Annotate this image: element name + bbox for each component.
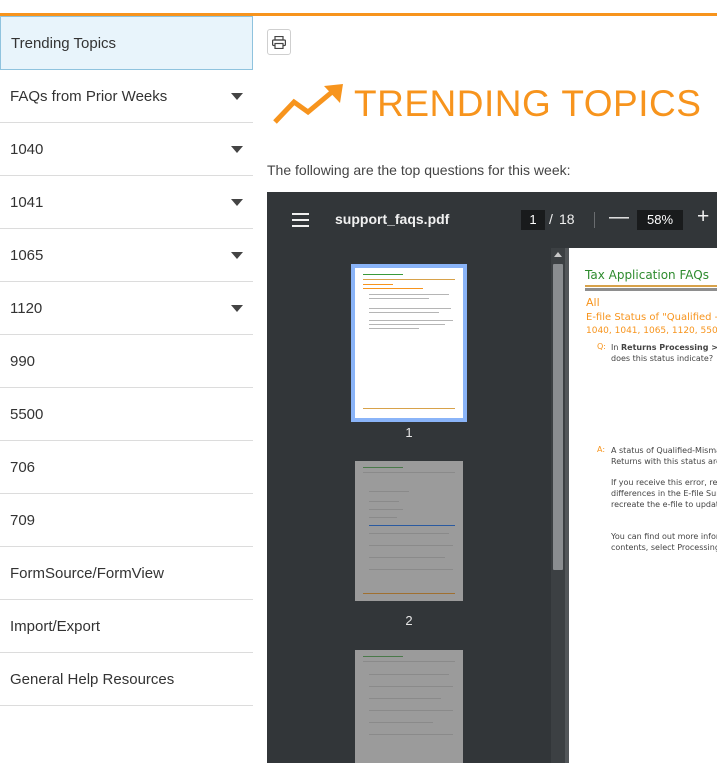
caret-down-icon[interactable] xyxy=(231,93,243,100)
pdf-page: Tax Application FAQs All E-file Status o… xyxy=(569,248,717,763)
caret-down-icon[interactable] xyxy=(231,199,243,206)
zoom-out-button[interactable]: — xyxy=(609,206,629,229)
sidebar-item[interactable]: 1041 xyxy=(0,176,253,229)
menu-icon[interactable] xyxy=(292,213,309,227)
sidebar-item-label: 5500 xyxy=(10,405,44,423)
page-total: 18 xyxy=(559,211,575,227)
sidebar-item-label: 1065 xyxy=(10,246,44,264)
thumbnail-number: 2 xyxy=(405,613,413,628)
sidebar-item-label: 1041 xyxy=(10,193,44,211)
sidebar-item-label: 1120 xyxy=(10,299,43,317)
sidebar-item[interactable]: 1040 xyxy=(0,123,253,176)
intro-text: The following are the top questions for … xyxy=(267,162,571,178)
page-thumbnail-3[interactable] xyxy=(355,650,463,763)
caret-down-icon[interactable] xyxy=(231,252,243,259)
answer-marker: A: xyxy=(597,445,606,454)
page-title: TRENDING TOPICS xyxy=(354,83,702,124)
doc-section: All xyxy=(586,296,600,309)
page-thumbnail-1[interactable] xyxy=(351,264,467,422)
printer-icon xyxy=(272,35,286,49)
sidebar-item[interactable]: Trending Topics xyxy=(0,16,253,70)
sidebar-item[interactable]: FAQs from Prior Weeks xyxy=(0,70,253,123)
doc-title: Tax Application FAQs xyxy=(585,268,709,282)
sidebar-item-label: FAQs from Prior Weeks xyxy=(10,87,168,105)
sidebar-item[interactable]: FormSource/FormView xyxy=(0,547,253,600)
trending-up-icon xyxy=(273,84,343,124)
page-number-input[interactable]: 1 xyxy=(521,210,545,230)
doc-subtitle: E-file Status of "Qualified - Mi xyxy=(586,312,717,323)
sidebar-item-label: FormSource/FormView xyxy=(10,564,164,582)
zoom-level-input[interactable]: 58% xyxy=(637,210,683,230)
sidebar-item[interactable]: 5500 xyxy=(0,388,253,441)
caret-down-icon[interactable] xyxy=(231,305,243,312)
page-thumbnail-2[interactable] xyxy=(355,461,463,601)
pdf-viewer: support_faqs.pdf 1 / 18 — 58% + 1 2 Tax … xyxy=(267,192,717,763)
sidebar-item-label: 706 xyxy=(10,458,36,476)
doc-forms: 1040, 1041, 1065, 1120, 5500, 706 xyxy=(586,326,717,336)
answer-paragraph: If you receive this error, reviewdiffere… xyxy=(611,478,717,509)
toolbar-divider xyxy=(594,212,595,228)
scrollbar-thumb[interactable] xyxy=(553,264,563,570)
sidebar-item-label: 709 xyxy=(10,511,36,529)
answer-text: A status of Qualified-MismatchReturns wi… xyxy=(611,446,717,466)
print-button[interactable] xyxy=(267,29,291,55)
page-separator: / xyxy=(549,211,553,227)
sidebar-item[interactable]: 990 xyxy=(0,335,253,388)
sidebar-item-label: 1040 xyxy=(10,140,44,158)
sidebar-item[interactable]: Import/Export xyxy=(0,600,253,653)
answer-paragraph: You can find out more informacontents, s… xyxy=(611,532,717,552)
sidebar-item-label: 990 xyxy=(10,352,36,370)
sidebar-item-label: Trending Topics xyxy=(11,34,117,52)
thumbnail-number: 1 xyxy=(405,425,413,440)
sidebar-nav: Trending Topics FAQs from Prior Weeks 1040… xyxy=(0,16,253,706)
pdf-file-name: support_faqs.pdf xyxy=(335,211,450,227)
sidebar-item[interactable]: 709 xyxy=(0,494,253,547)
question-text: In Returns Processing > E-file (does thi… xyxy=(611,343,717,363)
question-marker: Q: xyxy=(597,342,606,351)
zoom-in-button[interactable]: + xyxy=(697,205,709,229)
thumbnail-pane: 1 2 xyxy=(267,248,551,763)
sidebar-item[interactable]: General Help Resources xyxy=(0,653,253,706)
caret-down-icon[interactable] xyxy=(231,146,243,153)
sidebar-item-label: General Help Resources xyxy=(10,670,175,688)
sidebar-item[interactable]: 1065 xyxy=(0,229,253,282)
doc-rule xyxy=(585,285,717,287)
thumbnail-scrollbar[interactable] xyxy=(551,248,565,763)
doc-rule xyxy=(585,288,717,291)
pdf-toolbar: support_faqs.pdf 1 / 18 — 58% + xyxy=(267,192,717,248)
sidebar-item-label: Import/Export xyxy=(10,617,101,635)
sidebar-item[interactable]: 1120 xyxy=(0,282,253,335)
sidebar-item[interactable]: 706 xyxy=(0,441,253,494)
scroll-up-icon[interactable] xyxy=(554,252,562,257)
page-heading: TRENDING TOPICS xyxy=(272,74,701,134)
